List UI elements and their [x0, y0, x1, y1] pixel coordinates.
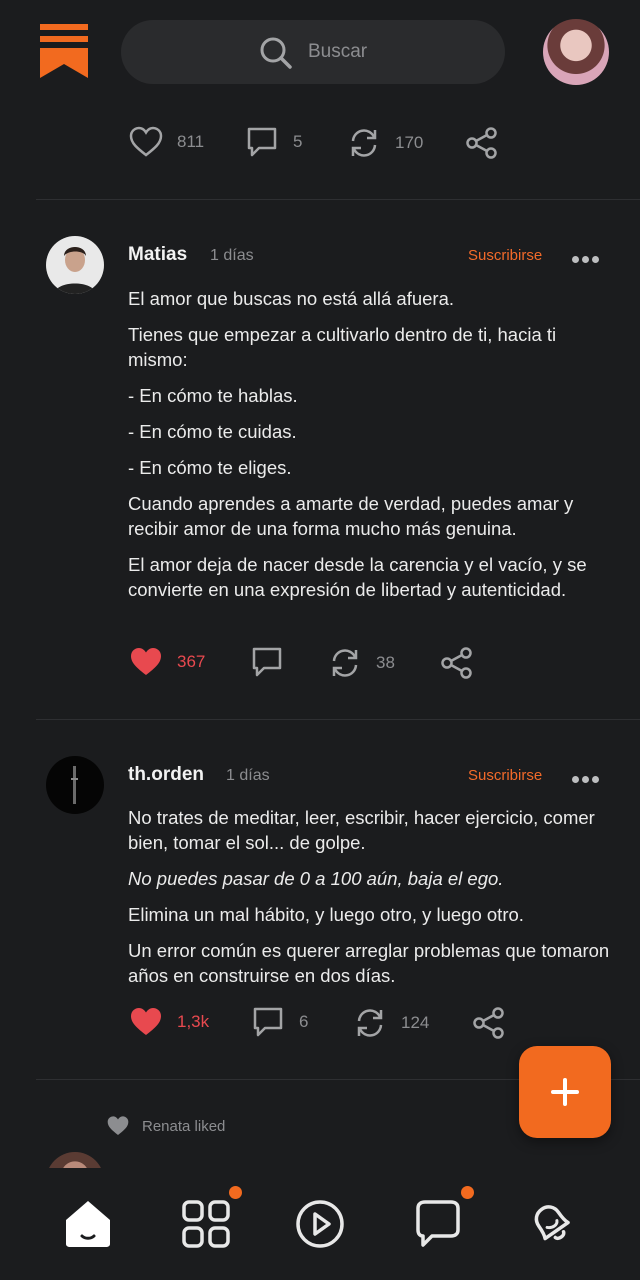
- post-paragraph: Elimina un mal hábito, y luego otro, y l…: [128, 904, 524, 925]
- like-button[interactable]: 1,3k: [129, 1006, 209, 1038]
- chat-icon[interactable]: [410, 1196, 466, 1252]
- repost-button[interactable]: 124: [353, 1006, 429, 1040]
- comment-count: 5: [293, 132, 303, 151]
- heart-filled-icon: [131, 648, 161, 675]
- post-text: El amor que buscas no está allá afuera. …: [128, 286, 618, 613]
- avatar-photo: [71, 766, 78, 804]
- repost-button[interactable]: 38: [328, 646, 395, 680]
- like-count: 811: [177, 132, 205, 151]
- heart-filled-icon: [131, 1008, 161, 1035]
- like-count: 1,3k: [177, 1012, 210, 1031]
- subscribe-button[interactable]: Suscribirse: [468, 247, 542, 264]
- post-actions: 1,3k 6 124: [0, 1006, 640, 1046]
- comment-button[interactable]: 5: [245, 126, 302, 158]
- search-input[interactable]: Buscar: [121, 20, 505, 84]
- more-options-icon[interactable]: [572, 770, 602, 783]
- post-actions: 367 38: [0, 646, 640, 686]
- search-placeholder: Buscar: [308, 41, 368, 62]
- repost-count: 38: [376, 653, 395, 672]
- post-paragraph: El amor que buscas no está allá afuera.: [128, 288, 454, 309]
- post-time: 1 días: [210, 247, 254, 264]
- post-text: No trates de meditar, leer, escribir, ha…: [128, 805, 618, 999]
- comment-count: 6: [299, 1012, 309, 1031]
- avatar[interactable]: [46, 236, 104, 294]
- grid-icon[interactable]: [178, 1196, 234, 1252]
- liked-notice: Renata liked: [106, 1115, 225, 1137]
- heart-outline-icon: [129, 126, 163, 157]
- user-avatar[interactable]: [543, 19, 609, 85]
- liked-text: Renata liked: [142, 1117, 226, 1135]
- post-paragraph: Cuando aprendes a amarte de verdad, pued…: [128, 493, 574, 539]
- comment-icon: [247, 127, 277, 157]
- share-icon: [466, 127, 497, 159]
- like-button[interactable]: 811: [129, 126, 204, 158]
- avatar[interactable]: [46, 756, 104, 814]
- top-bar: Buscar: [0, 0, 640, 104]
- notification-dot: [229, 1186, 242, 1199]
- repost-button[interactable]: 170: [347, 126, 423, 160]
- bell-icon[interactable]: [524, 1196, 580, 1252]
- repost-count: 170: [395, 133, 424, 152]
- repost-count: 124: [401, 1013, 430, 1032]
- share-icon: [473, 1007, 504, 1039]
- subscribe-button[interactable]: Suscribirse: [468, 767, 542, 784]
- post-paragraph: - En cómo te cuidas.: [128, 421, 297, 442]
- comment-button[interactable]: 6: [251, 1006, 308, 1038]
- post-paragraph: Un error común es querer arreglar proble…: [128, 940, 610, 986]
- post-time: 1 días: [226, 767, 270, 784]
- post-actions: 811 5 170: [0, 126, 640, 166]
- post-paragraph: - En cómo te eliges.: [128, 457, 292, 478]
- repost-icon: [357, 1009, 383, 1037]
- like-button[interactable]: 367: [129, 646, 205, 678]
- play-icon[interactable]: [292, 1196, 348, 1252]
- share-icon: [441, 647, 472, 679]
- share-button[interactable]: [472, 1006, 506, 1040]
- search-icon: [260, 37, 292, 69]
- username[interactable]: Matias: [128, 244, 187, 266]
- comment-icon: [253, 1007, 283, 1037]
- divider: [36, 719, 640, 720]
- home-icon[interactable]: [60, 1196, 116, 1252]
- comment-icon: [252, 647, 282, 677]
- post-paragraph: El amor deja de nacer desde la carencia …: [128, 554, 587, 600]
- post-paragraph: - En cómo te hablas.: [128, 385, 298, 406]
- comment-button[interactable]: [250, 646, 284, 678]
- bookmark-logo-icon[interactable]: [40, 24, 88, 78]
- repost-icon: [332, 649, 358, 677]
- notification-dot: [461, 1186, 474, 1199]
- post-paragraph: Tienes que empezar a cultivarlo dentro d…: [128, 324, 557, 370]
- more-options-icon[interactable]: [572, 250, 602, 263]
- like-count: 367: [177, 652, 206, 671]
- heart-small-icon: [107, 1116, 129, 1135]
- share-button[interactable]: [440, 646, 474, 680]
- share-button[interactable]: [465, 126, 499, 160]
- username[interactable]: th.orden: [128, 764, 204, 786]
- divider: [36, 199, 640, 200]
- post-paragraph: No trates de meditar, leer, escribir, ha…: [128, 807, 595, 853]
- post-paragraph: No puedes pasar de 0 a 100 aún, baja el …: [128, 868, 504, 889]
- avatar-photo: [54, 247, 96, 294]
- repost-icon: [351, 129, 377, 157]
- new-post-button[interactable]: [519, 1046, 611, 1138]
